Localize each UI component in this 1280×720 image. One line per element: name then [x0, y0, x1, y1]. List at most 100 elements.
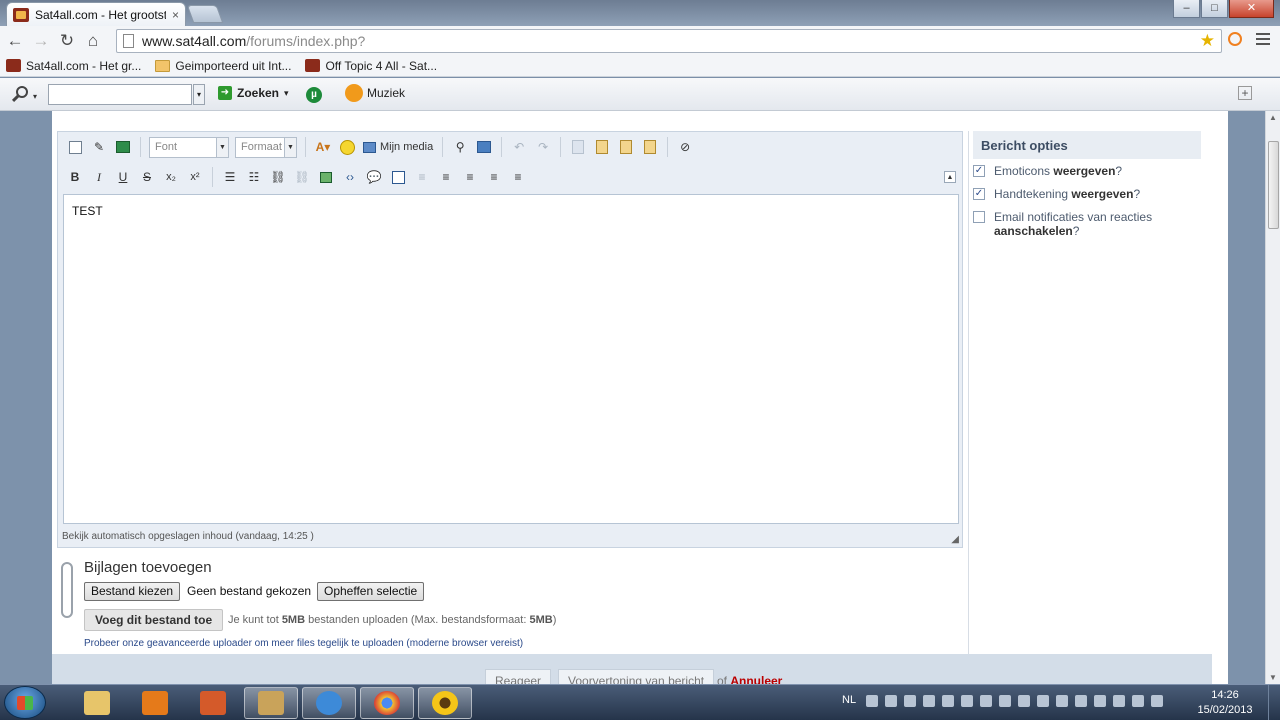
back-arrow-icon[interactable]: ←	[2, 31, 28, 51]
align-center-icon[interactable]: ≡	[484, 168, 504, 186]
reload-icon[interactable]: ↻	[54, 31, 80, 51]
align-left-icon[interactable]: ≡	[460, 168, 480, 186]
vertical-scrollbar[interactable]: ▲ ▼	[1265, 111, 1280, 684]
collapse-toolbar-button[interactable]: ▲	[944, 171, 956, 183]
tray-icon[interactable]	[904, 695, 916, 707]
tray-icon[interactable]	[980, 695, 992, 707]
taskbar-app[interactable]	[186, 687, 240, 719]
tab-close-icon[interactable]: ×	[172, 8, 179, 22]
signature-checkbox[interactable]: ✓	[973, 188, 985, 200]
code-icon[interactable]: ‹›	[340, 168, 360, 186]
tray-icon[interactable]	[961, 695, 973, 707]
search-dropdown[interactable]: ▾	[193, 84, 205, 105]
new-tab-button[interactable]	[186, 5, 224, 23]
paste-word-icon[interactable]	[640, 138, 660, 156]
search-input[interactable]	[48, 84, 192, 105]
advanced-uploader-link[interactable]: Probeer onze geavanceerde uploader om me…	[84, 638, 523, 649]
taskbar-internet-explorer[interactable]	[302, 687, 356, 719]
font-select[interactable]: Font ▼	[149, 136, 229, 158]
extension-icon[interactable]	[1228, 32, 1242, 46]
undo-icon[interactable]: ↶	[509, 138, 529, 156]
format-select[interactable]: Formaat ▼	[235, 136, 297, 158]
link-icon[interactable]: ⛓	[268, 168, 288, 186]
resize-handle[interactable]: ◢	[951, 534, 959, 545]
copy-icon[interactable]	[568, 138, 588, 156]
bookmark-item[interactable]: Sat4all.com - Het gr...	[6, 59, 141, 73]
unlink-icon[interactable]: ⛓	[292, 168, 312, 186]
tray-icon[interactable]	[1037, 695, 1049, 707]
bookmark-item[interactable]: Off Topic 4 All - Sat...	[305, 59, 437, 73]
autosave-link[interactable]: Bekijk automatisch opgeslagen inhoud (va…	[62, 531, 314, 542]
chevron-down-icon[interactable]: ▾	[33, 92, 37, 101]
add-file-button[interactable]: Voeg dit bestand toe	[84, 609, 224, 631]
system-clock[interactable]: 14:26 15/02/2013	[1190, 688, 1260, 718]
browser-tab[interactable]: Sat4all.com - Het grootste ×	[6, 2, 186, 26]
muziek-button[interactable]: Muziek	[345, 84, 405, 102]
tray-icon[interactable]	[1075, 695, 1087, 707]
scrollbar-thumb[interactable]	[1268, 141, 1279, 229]
minimize-button[interactable]: –	[1173, 0, 1200, 18]
taskbar-chrome[interactable]	[360, 687, 414, 719]
subscript-button[interactable]: x₂	[161, 168, 181, 186]
show-desktop-button[interactable]	[1268, 685, 1280, 720]
table-icon[interactable]	[113, 138, 133, 156]
emoticons-checkbox[interactable]: ✓	[973, 165, 985, 177]
bullet-list-icon[interactable]: ☰	[220, 168, 240, 186]
bookmark-star-icon[interactable]: ★	[1200, 31, 1215, 51]
start-button[interactable]	[4, 686, 46, 719]
binoculars-icon[interactable]: ⚲	[450, 138, 470, 156]
eraser-icon[interactable]: ✎	[89, 138, 109, 156]
mijn-media-button[interactable]: Mijn media	[363, 141, 433, 153]
tray-icon[interactable]	[1151, 695, 1163, 707]
bookmark-folder[interactable]: Geimporteerd uit Int...	[155, 59, 291, 73]
utorrent-icon[interactable]: µ	[306, 87, 322, 103]
taskbar-media-player[interactable]	[128, 687, 182, 719]
add-button[interactable]: +	[1238, 86, 1252, 100]
outdent-icon[interactable]: ≡	[412, 168, 432, 186]
underline-button[interactable]: U	[113, 168, 133, 186]
clear-selection-button[interactable]: Opheffen selectie	[317, 582, 425, 601]
tray-icon[interactable]	[866, 695, 878, 707]
cancel-link[interactable]: Annuleer	[730, 674, 782, 684]
align-right-icon[interactable]: ≡	[508, 168, 528, 186]
maximize-button[interactable]: □	[1201, 0, 1228, 18]
close-window-button[interactable]: ✕	[1229, 0, 1274, 18]
email-notifications-checkbox[interactable]	[973, 211, 985, 223]
tray-icon[interactable]	[885, 695, 897, 707]
search-icon[interactable]	[11, 86, 28, 103]
scroll-up-icon[interactable]: ▲	[1269, 113, 1277, 122]
zoeken-button[interactable]: ➜ Zoeken ▾	[218, 86, 289, 100]
choose-file-button[interactable]: Bestand kiezen	[84, 582, 181, 601]
smiley-icon[interactable]	[337, 138, 357, 156]
taskbar-sunflower-app[interactable]	[418, 687, 472, 719]
numbered-list-icon[interactable]: ☷	[244, 168, 264, 186]
redo-icon[interactable]: ↷	[533, 138, 553, 156]
paste-icon[interactable]	[592, 138, 612, 156]
paste-text-icon[interactable]	[616, 138, 636, 156]
tray-icon[interactable]	[1056, 695, 1068, 707]
remove-format-icon[interactable]: ⊘	[675, 138, 695, 156]
message-textarea[interactable]: TEST	[63, 194, 959, 524]
option-email-notifications[interactable]: Email notificaties van reacties aanschak…	[973, 210, 1173, 238]
tray-icon[interactable]	[1132, 695, 1144, 707]
tray-icon[interactable]	[1018, 695, 1030, 707]
forward-arrow-icon[interactable]: →	[28, 31, 54, 51]
home-icon[interactable]: ⌂	[80, 31, 106, 51]
bold-button[interactable]: B	[65, 168, 85, 186]
menu-icon[interactable]	[1256, 33, 1270, 48]
preview-button[interactable]: Voorvertoning van bericht	[558, 669, 715, 684]
tray-icon[interactable]	[999, 695, 1011, 707]
quote-icon[interactable]: 💬	[364, 168, 384, 186]
italic-button[interactable]: I	[89, 168, 109, 186]
tray-icon[interactable]	[1113, 695, 1125, 707]
text-color-icon[interactable]: A▾	[313, 138, 333, 156]
source-icon[interactable]	[65, 138, 85, 156]
option-emoticons[interactable]: ✓ Emoticons weergeven?	[973, 164, 1122, 178]
option-signature[interactable]: ✓ Handtekening weergeven?	[973, 187, 1140, 201]
bookmark-icon[interactable]	[388, 168, 408, 186]
indent-icon[interactable]: ≡	[436, 168, 456, 186]
strikethrough-button[interactable]: S	[137, 168, 157, 186]
address-bar[interactable]: www.sat4all.com/forums/index.php? ★	[116, 29, 1222, 53]
superscript-button[interactable]: x²	[185, 168, 205, 186]
taskbar-explorer[interactable]	[70, 687, 124, 719]
